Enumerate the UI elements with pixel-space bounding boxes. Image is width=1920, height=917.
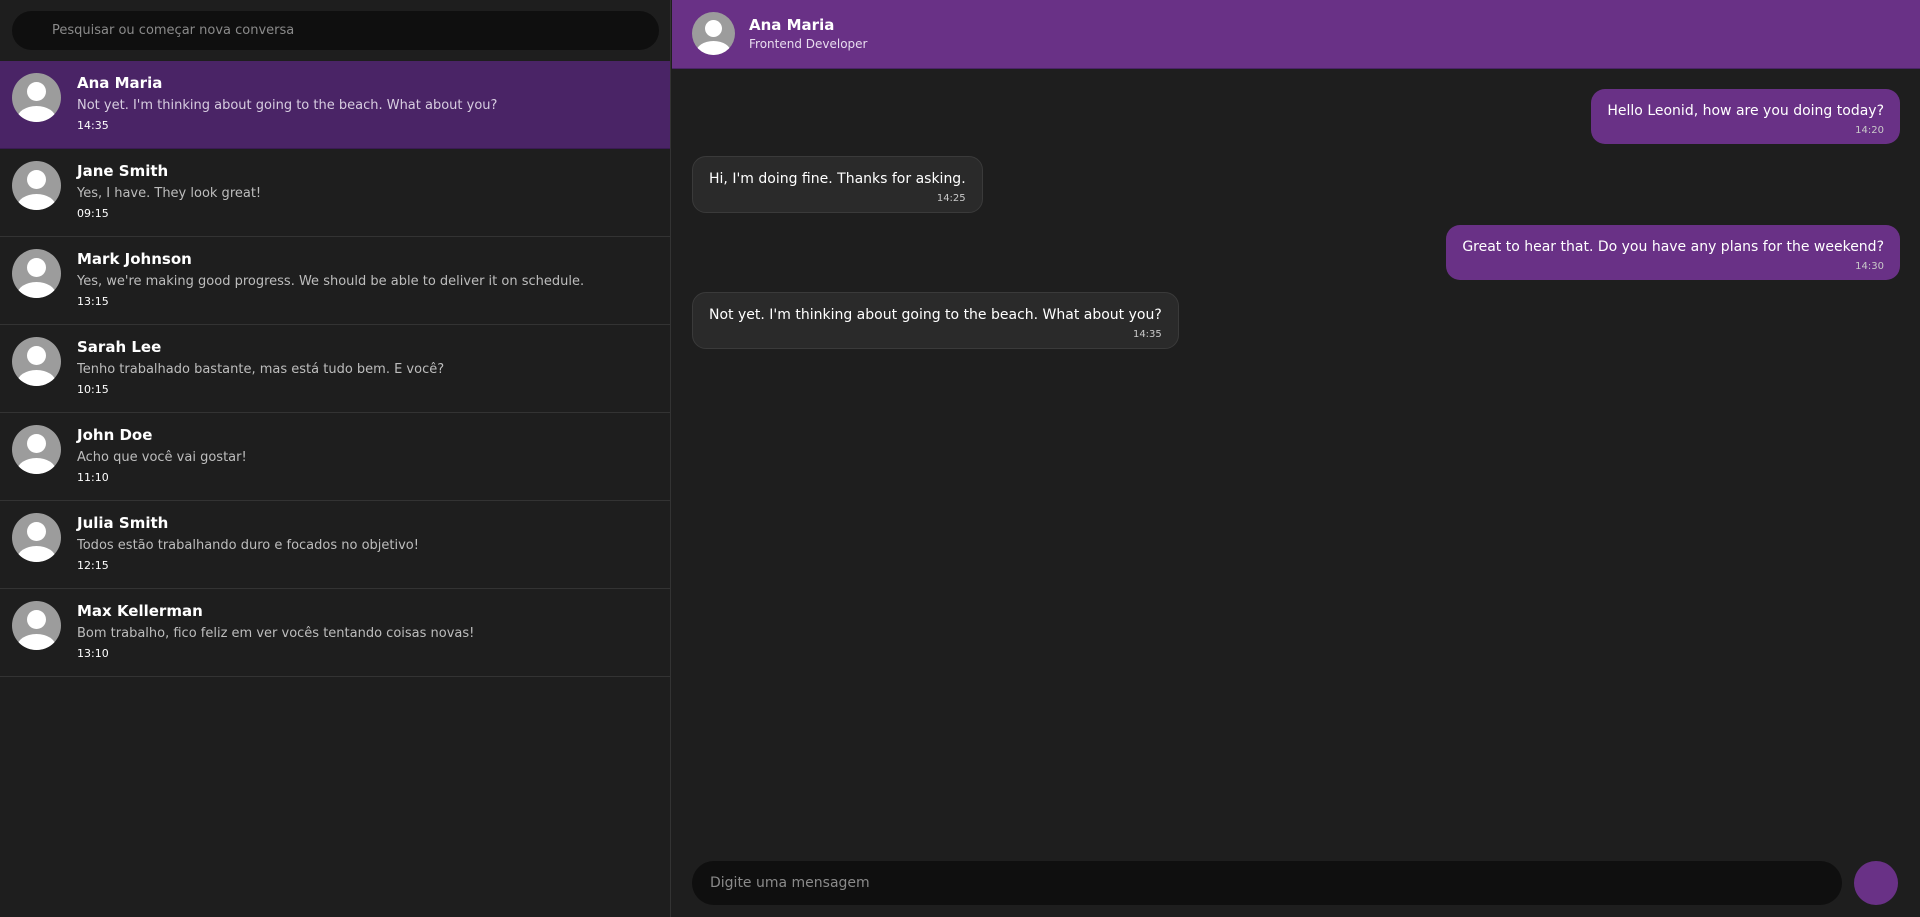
conversation-last-message: Bom trabalho, fico feliz em ver vocês te… — [77, 626, 475, 641]
user-avatar-icon[interactable] — [692, 12, 735, 55]
user-avatar-icon — [12, 425, 61, 474]
message-row: Hi, I'm doing fine. Thanks for asking. 1… — [692, 156, 1900, 213]
conversation-time: 13:15 — [77, 295, 109, 308]
conversation-time: 14:35 — [77, 119, 109, 132]
conversation-name: Jane Smith — [77, 162, 169, 180]
sent-message-bubble: Hello Leonid, how are you doing today? 1… — [1591, 89, 1900, 144]
received-message-bubble: Hi, I'm doing fine. Thanks for asking. 1… — [692, 156, 983, 213]
user-avatar-icon — [12, 73, 61, 122]
message-text: Hello Leonid, how are you doing today? — [1607, 103, 1884, 119]
conversation-time: 09:15 — [77, 207, 109, 220]
conversation-last-message: Yes, I have. They look great! — [77, 186, 262, 201]
search-bar — [0, 0, 670, 61]
contact-subtitle: Frontend Developer — [749, 37, 868, 51]
message-time: 14:20 — [1855, 125, 1884, 136]
message-time: 14:25 — [936, 193, 966, 204]
conversation-last-message: Tenho trabalhado bastante, mas está tudo… — [77, 362, 445, 377]
contact-name: Ana Maria — [749, 16, 835, 34]
user-avatar-icon — [12, 249, 61, 298]
conversation-item[interactable]: John Doe Acho que você vai gostar! 11:10 — [0, 413, 670, 501]
conversation-item[interactable]: Sarah Lee Tenho trabalhado bastante, mas… — [0, 325, 670, 413]
message-time: 14:35 — [1132, 329, 1162, 340]
user-avatar-icon — [12, 161, 61, 210]
message-composer — [672, 849, 1920, 917]
conversation-name: Ana Maria — [77, 74, 163, 92]
chat-panel: Ana Maria Frontend Developer Hello Leoni… — [672, 0, 1920, 917]
conversation-last-message: Acho que você vai gostar! — [77, 450, 247, 465]
conversation-item[interactable]: Jane Smith Yes, I have. They look great!… — [0, 149, 670, 237]
message-input[interactable] — [692, 861, 1842, 905]
send-button[interactable] — [1854, 861, 1898, 905]
conversation-item[interactable]: Mark Johnson Yes, we're making good prog… — [0, 237, 670, 325]
sidebar: Ana Maria Not yet. I'm thinking about go… — [0, 0, 671, 917]
message-row: Hello Leonid, how are you doing today? 1… — [692, 89, 1900, 144]
conversation-item[interactable]: Julia Smith Todos estão trabalhando duro… — [0, 501, 670, 589]
user-avatar-icon — [12, 513, 61, 562]
conversation-last-message: Not yet. I'm thinking about going to the… — [77, 98, 498, 113]
message-time: 14:30 — [1855, 261, 1884, 272]
conversation-time: 11:10 — [77, 471, 109, 484]
message-row: Not yet. I'm thinking about going to the… — [692, 292, 1900, 349]
search-input[interactable] — [12, 11, 659, 50]
conversation-time: 10:15 — [77, 383, 109, 396]
message-row: Great to hear that. Do you have any plan… — [692, 225, 1900, 280]
conversation-time: 12:15 — [77, 559, 109, 572]
conversation-name: John Doe — [77, 426, 153, 444]
chat-header: Ana Maria Frontend Developer — [672, 0, 1920, 69]
message-text: Great to hear that. Do you have any plan… — [1462, 239, 1884, 255]
user-avatar-icon — [12, 337, 61, 386]
conversation-last-message: Todos estão trabalhando duro e focados n… — [77, 538, 419, 553]
message-text: Not yet. I'm thinking about going to the… — [709, 307, 1162, 323]
conversation-time: 13:10 — [77, 647, 109, 660]
conversation-list: Ana Maria Not yet. I'm thinking about go… — [0, 61, 670, 677]
received-message-bubble: Not yet. I'm thinking about going to the… — [692, 292, 1179, 349]
conversation-name: Julia Smith — [77, 514, 169, 532]
message-list: Hello Leonid, how are you doing today? 1… — [672, 69, 1920, 849]
user-avatar-icon — [12, 601, 61, 650]
sent-message-bubble: Great to hear that. Do you have any plan… — [1446, 225, 1900, 280]
conversation-name: Sarah Lee — [77, 338, 162, 356]
conversation-last-message: Yes, we're making good progress. We shou… — [77, 274, 585, 289]
conversation-name: Mark Johnson — [77, 250, 192, 268]
conversation-item[interactable]: Ana Maria Not yet. I'm thinking about go… — [0, 61, 670, 149]
conversation-name: Max Kellerman — [77, 602, 203, 620]
conversation-item[interactable]: Max Kellerman Bom trabalho, fico feliz e… — [0, 589, 670, 677]
message-text: Hi, I'm doing fine. Thanks for asking. — [709, 171, 966, 187]
